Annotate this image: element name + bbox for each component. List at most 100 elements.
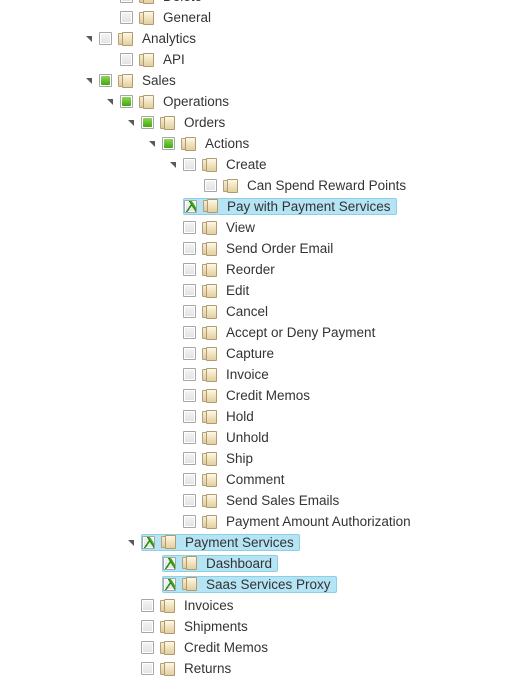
tree-row[interactable]: Unhold [0, 427, 532, 448]
tree-row[interactable]: Analytics [0, 28, 532, 49]
checkbox-checked[interactable] [163, 577, 176, 591]
checkbox-unchecked[interactable] [183, 284, 196, 297]
tree-row[interactable]: Payment Amount Authorization [0, 511, 532, 532]
expand-collapse-icon[interactable] [83, 70, 99, 91]
checkbox-checked[interactable] [163, 556, 176, 570]
checkbox-unchecked[interactable] [183, 452, 196, 465]
tree-row[interactable]: General [0, 7, 532, 28]
tree-node[interactable]: Returns [141, 660, 234, 677]
tree-row[interactable]: Credit Memos [0, 637, 532, 658]
checkbox-unchecked[interactable] [141, 641, 154, 654]
checkbox-partial[interactable] [99, 74, 112, 87]
tree-node[interactable]: Shipments [141, 618, 251, 635]
checkbox-unchecked[interactable] [183, 473, 196, 486]
tree-node[interactable]: Orders [141, 114, 228, 131]
tree-node[interactable]: Unhold [183, 429, 272, 446]
tree-row[interactable]: Orders [0, 112, 532, 133]
checkbox-unchecked[interactable] [204, 179, 217, 192]
tree-row[interactable]: Ship [0, 448, 532, 469]
tree-node[interactable]: Pay with Payment Services [183, 197, 397, 215]
tree-row[interactable]: Payment Services [0, 532, 532, 553]
tree-node[interactable]: Operations [120, 93, 232, 110]
expand-collapse-icon[interactable] [125, 112, 141, 133]
tree-node[interactable]: Send Order Email [183, 240, 336, 257]
tree-node[interactable]: Invoices [141, 597, 237, 614]
checkbox-unchecked[interactable] [183, 368, 196, 381]
checkbox-unchecked[interactable] [183, 389, 196, 402]
checkbox-unchecked[interactable] [141, 620, 154, 633]
checkbox-unchecked[interactable] [183, 158, 196, 171]
expand-collapse-icon[interactable] [146, 133, 162, 154]
checkbox-unchecked[interactable] [99, 32, 112, 45]
tree-node[interactable]: Delete [120, 0, 205, 5]
checkbox-unchecked[interactable] [183, 242, 196, 255]
tree-node[interactable]: Payment Amount Authorization [183, 513, 414, 530]
checkbox-unchecked[interactable] [183, 410, 196, 423]
tree-row[interactable]: Comment [0, 469, 532, 490]
tree-node[interactable]: View [183, 219, 258, 236]
tree-row[interactable]: Reorder [0, 259, 532, 280]
tree-node[interactable]: Sales [99, 72, 179, 89]
tree-row[interactable]: Returns [0, 658, 532, 679]
checkbox-unchecked[interactable] [183, 347, 196, 360]
tree-row[interactable]: Send Order Email [0, 238, 532, 259]
tree-row[interactable]: Accept or Deny Payment [0, 322, 532, 343]
tree-node[interactable]: Cancel [183, 303, 271, 320]
checkbox-unchecked[interactable] [120, 0, 133, 3]
checkbox-unchecked[interactable] [183, 431, 196, 444]
tree-row[interactable]: Edit [0, 280, 532, 301]
tree-row[interactable]: Saas Services Proxy [0, 574, 532, 595]
checkbox-partial[interactable] [141, 116, 154, 129]
tree-row[interactable]: Hold [0, 406, 532, 427]
tree-node[interactable]: Actions [162, 135, 252, 152]
tree-node[interactable]: Can Spend Reward Points [204, 177, 409, 194]
expand-collapse-icon[interactable] [167, 154, 183, 175]
tree-node[interactable]: Capture [183, 345, 277, 362]
tree-node[interactable]: API [120, 51, 188, 68]
expand-collapse-icon[interactable] [104, 91, 120, 112]
tree-node[interactable]: Credit Memos [141, 639, 271, 656]
tree-row[interactable]: Shipments [0, 616, 532, 637]
checkbox-unchecked[interactable] [183, 221, 196, 234]
checkbox-partial[interactable] [120, 95, 133, 108]
tree-row[interactable]: Pay with Payment Services [0, 196, 532, 217]
tree-node[interactable]: General [120, 9, 214, 26]
tree-row[interactable]: Cancel [0, 301, 532, 322]
tree-row[interactable]: Delete [0, 0, 532, 7]
checkbox-unchecked[interactable] [120, 53, 133, 66]
tree-node[interactable]: Accept or Deny Payment [183, 324, 378, 341]
tree-node[interactable]: Credit Memos [183, 387, 313, 404]
tree-row[interactable]: Operations [0, 91, 532, 112]
tree-node[interactable]: Saas Services Proxy [162, 575, 337, 593]
checkbox-unchecked[interactable] [183, 305, 196, 318]
tree-node[interactable]: Reorder [183, 261, 278, 278]
tree-node[interactable]: Invoice [183, 366, 272, 383]
checkbox-unchecked[interactable] [120, 11, 133, 24]
tree-node[interactable]: Comment [183, 471, 288, 488]
checkbox-unchecked[interactable] [141, 599, 154, 612]
tree-node[interactable]: Hold [183, 408, 257, 425]
tree-row[interactable]: Create [0, 154, 532, 175]
checkbox-unchecked[interactable] [183, 515, 196, 528]
tree-node[interactable]: Send Sales Emails [183, 492, 342, 509]
checkbox-unchecked[interactable] [141, 662, 154, 675]
tree-row[interactable]: Can Spend Reward Points [0, 175, 532, 196]
tree-row[interactable]: Invoice [0, 364, 532, 385]
tree-node[interactable]: Analytics [99, 30, 199, 47]
checkbox-unchecked[interactable] [183, 494, 196, 507]
tree-node[interactable]: Dashboard [162, 554, 279, 572]
tree-row[interactable]: API [0, 49, 532, 70]
tree-row[interactable]: Credit Memos [0, 385, 532, 406]
tree-node[interactable]: Create [183, 156, 270, 173]
tree-row[interactable]: Actions [0, 133, 532, 154]
tree-row[interactable]: View [0, 217, 532, 238]
checkbox-unchecked[interactable] [183, 326, 196, 339]
checkbox-partial[interactable] [162, 137, 175, 150]
checkbox-checked[interactable] [184, 199, 197, 213]
tree-row[interactable]: Send Sales Emails [0, 490, 532, 511]
tree-row[interactable]: Invoices [0, 595, 532, 616]
checkbox-checked[interactable] [142, 535, 155, 549]
expand-collapse-icon[interactable] [83, 28, 99, 49]
expand-collapse-icon[interactable] [125, 532, 141, 553]
tree-node[interactable]: Payment Services [141, 533, 300, 551]
